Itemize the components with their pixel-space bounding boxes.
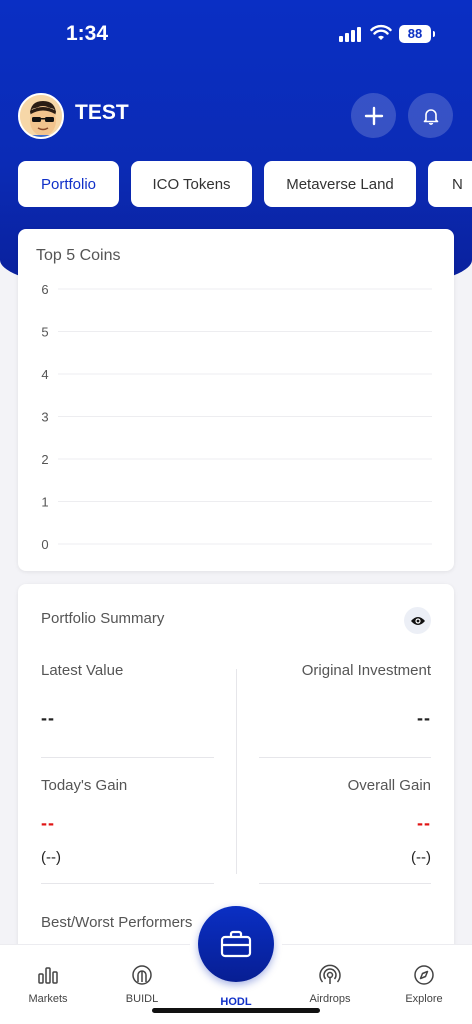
hodl-fab-button[interactable]: [198, 906, 274, 982]
column-divider: [236, 669, 237, 874]
nav-airdrops[interactable]: Airdrops: [290, 963, 370, 1005]
overall-gain-percent: (--): [411, 849, 431, 866]
tab-metaverse-land[interactable]: Metaverse Land: [264, 161, 416, 207]
top-coins-chart: Top 5 Coins 0123456: [18, 229, 454, 571]
username: TEST: [75, 101, 129, 124]
overall-gain-value: --: [417, 813, 431, 833]
avatar[interactable]: [18, 93, 64, 139]
original-investment-label: Original Investment: [301, 662, 431, 679]
nav-buidl-label: BUIDL: [125, 993, 159, 1005]
nav-markets[interactable]: Markets: [8, 963, 88, 1005]
tab-ico-tokens[interactable]: ICO Tokens: [131, 161, 252, 207]
buidl-icon: [132, 965, 152, 985]
chart-plot: 0 1 2 3 4 5 6: [41, 282, 432, 552]
toggle-visibility-button[interactable]: [404, 607, 431, 634]
add-button[interactable]: [351, 93, 396, 138]
nav-markets-label: Markets: [28, 993, 68, 1005]
status-bar: 1:34 88: [0, 0, 472, 60]
overall-gain-label: Overall Gain: [347, 777, 431, 794]
home-indicator: [152, 1008, 320, 1013]
y-tick-label: 0: [41, 537, 48, 552]
nav-hodl-label: HODL: [220, 996, 252, 1008]
battery-level: 88: [407, 26, 423, 41]
bell-icon: [423, 108, 438, 125]
tab-next[interactable]: N: [428, 161, 472, 207]
status-time: 1:34: [66, 22, 109, 45]
divider: [259, 883, 431, 884]
signal-icon: [339, 26, 363, 42]
y-tick-label: 5: [41, 325, 48, 340]
nav-hodl[interactable]: HODL: [196, 990, 276, 1008]
briefcase-icon: [220, 930, 252, 958]
y-tick-label: 4: [41, 367, 48, 382]
divider: [41, 757, 214, 758]
todays-gain-label: Today's Gain: [41, 777, 128, 794]
nav-buidl[interactable]: BUIDL: [102, 963, 182, 1005]
todays-gain-percent: (--): [41, 849, 61, 866]
nav-airdrops-label: Airdrops: [309, 993, 351, 1005]
notifications-button[interactable]: [408, 93, 453, 138]
divider: [41, 883, 214, 884]
divider: [259, 757, 431, 758]
tab-portfolio[interactable]: Portfolio: [18, 161, 119, 207]
portfolio-summary-title: Portfolio Summary: [41, 610, 165, 627]
todays-gain-value: --: [41, 813, 55, 833]
y-tick-label: 3: [41, 410, 48, 425]
y-tick-label: 2: [41, 452, 48, 467]
y-tick-label: 6: [41, 282, 48, 297]
eye-icon: [410, 616, 425, 625]
bar-chart-icon: [38, 967, 58, 984]
airdrop-icon: [319, 964, 341, 984]
y-tick-label: 1: [41, 495, 48, 510]
nav-explore-label: Explore: [405, 993, 443, 1005]
wifi-icon: [370, 24, 392, 40]
original-investment-value: --: [417, 708, 431, 728]
latest-value-label: Latest Value: [41, 662, 124, 679]
category-tabs: Portfolio ICO Tokens Metaverse Land N: [18, 161, 472, 207]
battery-icon: 88: [399, 25, 435, 43]
best-worst-performers-label: Best/Worst Performers: [41, 914, 193, 931]
nav-explore[interactable]: Explore: [384, 963, 464, 1005]
plus-icon: [364, 106, 383, 125]
latest-value: --: [41, 708, 55, 728]
compass-icon: [414, 965, 434, 985]
